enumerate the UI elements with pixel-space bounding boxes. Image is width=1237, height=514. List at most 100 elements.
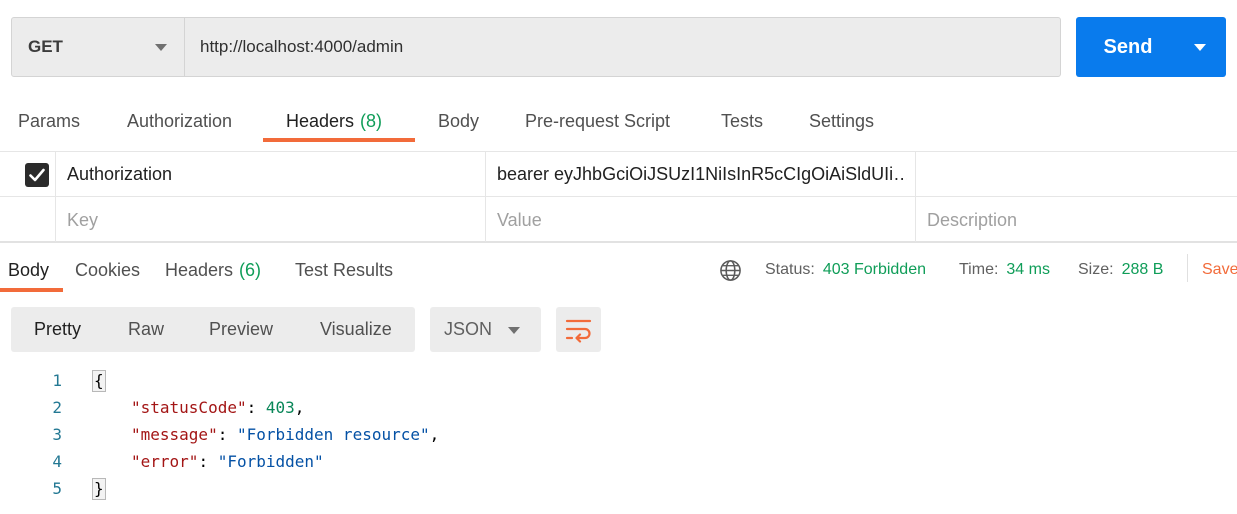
key-input[interactable]: Key	[67, 198, 477, 243]
tab-pre-request-script[interactable]: Pre-request Script	[525, 100, 670, 142]
check-icon	[29, 168, 45, 182]
json-value: 403	[265, 398, 295, 417]
line-number: 4	[52, 452, 62, 471]
headers-table: Authorization bearer eyJhbGciOiJSUzI1NiI…	[0, 151, 1237, 243]
code-brace: {	[92, 369, 106, 392]
code-line: 4 "error": "Forbidden"	[0, 448, 700, 475]
view-mode-visualize[interactable]: Visualize	[320, 307, 392, 352]
json-key: "message"	[131, 425, 218, 444]
row-enabled-checkbox[interactable]	[25, 163, 49, 187]
response-tab-cookies[interactable]: Cookies	[75, 248, 140, 292]
header-description-cell[interactable]	[927, 152, 1227, 197]
tab-label: Headers	[165, 259, 234, 280]
url-input[interactable]: http://localhost:4000/admin	[185, 18, 1060, 76]
code-line: 2 "statusCode": 403,	[0, 394, 700, 421]
header-value-cell[interactable]: bearer eyJhbGciOiJSUzI1NiIsInR5cCIgOiAiS…	[497, 152, 907, 197]
chevron-down-icon[interactable]	[1194, 44, 1206, 51]
tab-label: Authorization	[127, 110, 233, 131]
description-input[interactable]: Description	[927, 198, 1227, 243]
view-mode-preview[interactable]: Preview	[209, 307, 273, 352]
response-tab-body[interactable]: Body	[8, 248, 49, 292]
status-readout[interactable]: Status: 403 Forbidden	[765, 248, 926, 292]
tab-headers[interactable]: Headers (8)	[286, 100, 382, 142]
json-value: "Forbidden resource"	[236, 425, 430, 444]
line-number: 3	[52, 425, 62, 444]
status-value: 403 Forbidden	[822, 261, 926, 278]
send-label: Send	[1103, 35, 1153, 58]
format-value: JSON	[444, 319, 493, 339]
active-tab-indicator	[0, 288, 63, 292]
view-mode-pretty[interactable]: Pretty	[34, 307, 81, 352]
header-key-cell[interactable]: Authorization	[67, 152, 477, 197]
time-label: Time:	[959, 261, 999, 278]
time-readout[interactable]: Time: 34 ms	[959, 248, 1050, 292]
json-key: "error"	[131, 452, 199, 471]
code-line: 3 "message": "Forbidden resource",	[0, 421, 700, 448]
header-key: Authorization	[67, 164, 173, 184]
tab-label: Settings	[809, 110, 875, 131]
tab-label: Pre-request Script	[525, 110, 671, 131]
view-mode-label: Preview	[209, 319, 274, 339]
status-label: Status:	[765, 261, 815, 278]
tab-label: Params	[18, 110, 81, 131]
url-value: http://localhost:4000/admin	[200, 37, 404, 56]
tab-label: Body	[438, 110, 480, 131]
divider	[1187, 254, 1188, 282]
time-value: 34 ms	[1006, 261, 1050, 278]
response-tab-test-results[interactable]: Test Results	[295, 248, 393, 292]
line-number: 1	[52, 371, 62, 390]
tab-label: Body	[8, 259, 50, 280]
wrap-lines-button[interactable]	[556, 307, 601, 352]
send-button[interactable]: Send	[1076, 17, 1226, 77]
request-bar: GET http://localhost:4000/admin	[11, 17, 1061, 77]
size-readout[interactable]: Size: 288 B	[1078, 248, 1163, 292]
response-body-code[interactable]: 1 { 2 "statusCode": 403, 3 "message": "F…	[0, 366, 1237, 506]
view-mode-label: Pretty	[34, 319, 82, 339]
chevron-down-icon	[508, 327, 520, 334]
format-select[interactable]: JSON	[430, 307, 541, 352]
size-value: 288 B	[1121, 261, 1164, 278]
json-value: "Forbidden"	[217, 452, 324, 471]
tab-body[interactable]: Body	[438, 100, 479, 142]
tab-settings[interactable]: Settings	[809, 100, 874, 142]
view-mode-raw[interactable]: Raw	[128, 307, 164, 352]
key-placeholder: Key	[67, 210, 99, 230]
tab-authorization[interactable]: Authorization	[127, 100, 232, 142]
json-punct: ,	[294, 398, 305, 417]
globe-icon[interactable]	[719, 248, 742, 292]
tab-count-badge: (6)	[239, 259, 262, 280]
chevron-down-icon	[155, 44, 167, 51]
table-row: Key Value Description	[0, 198, 1237, 243]
tab-count-badge: (8)	[360, 110, 383, 131]
wrap-lines-icon	[565, 319, 592, 343]
code-line: 5 }	[0, 475, 700, 502]
line-number: 2	[52, 398, 62, 417]
save-response-button[interactable]: Save	[1202, 248, 1237, 292]
globe-icon-svg	[720, 259, 741, 281]
tab-tests[interactable]: Tests	[721, 100, 763, 142]
method-select[interactable]: GET	[12, 18, 185, 76]
active-tab-indicator	[263, 138, 415, 142]
tab-params[interactable]: Params	[18, 100, 80, 142]
description-placeholder: Description	[927, 210, 1018, 230]
size-label: Size:	[1078, 261, 1114, 278]
method-label: GET	[28, 37, 63, 56]
request-tabs: Params Authorization Headers (8) Body Pr…	[0, 100, 1237, 142]
response-tab-headers[interactable]: Headers (6)	[165, 248, 261, 292]
json-punct: ,	[429, 425, 440, 444]
view-mode-label: Raw	[128, 319, 165, 339]
code-brace: }	[92, 477, 106, 500]
value-placeholder: Value	[497, 210, 542, 230]
value-input[interactable]: Value	[497, 198, 907, 243]
view-mode-segmented-control: Pretty Raw Preview Visualize	[11, 307, 415, 352]
line-number: 5	[52, 479, 62, 498]
header-value: bearer eyJhbGciOiJSUzI1NiIsInR5cCIgOiAiS…	[497, 164, 907, 184]
json-key: "statusCode"	[131, 398, 247, 417]
tab-label: Cookies	[75, 259, 141, 280]
response-tabs: Body Cookies Headers (6) Test Results St…	[0, 248, 1237, 292]
save-label: Save	[1202, 261, 1237, 278]
table-row: Authorization bearer eyJhbGciOiJSUzI1NiI…	[0, 152, 1237, 197]
tab-label: Headers	[286, 110, 355, 131]
code-line: 1 {	[0, 367, 700, 394]
tab-label: Test Results	[295, 259, 394, 280]
